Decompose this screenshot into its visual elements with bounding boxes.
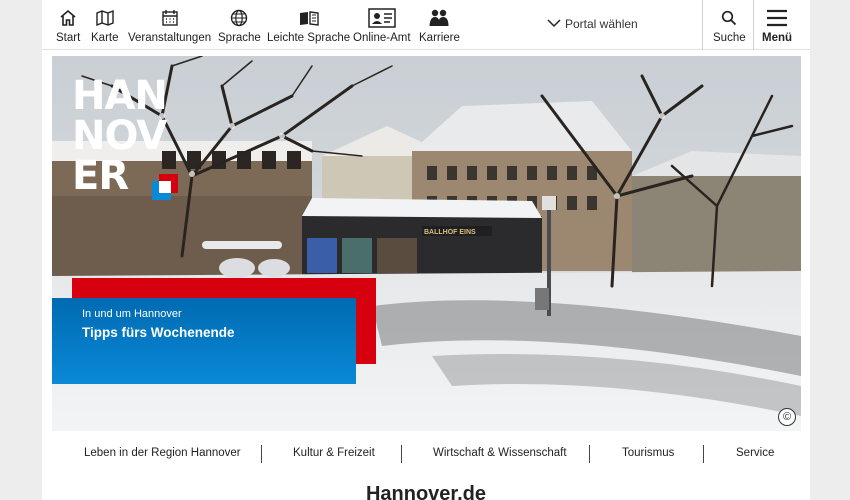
weekend-tips-teaser[interactable]: In und um Hannover Tipps fürs Wochenende — [52, 298, 356, 384]
subnav-divider — [703, 445, 704, 463]
subnav-leben[interactable]: Leben in der Region Hannover — [84, 447, 241, 459]
subnav-divider — [401, 445, 402, 463]
chevron-down-icon — [547, 17, 561, 31]
hannover-logo[interactable]: HAN NOV ER — [72, 73, 178, 200]
nav-online-amt[interactable]: Online-Amt — [353, 8, 411, 48]
nav-veranstaltungen-label: Veranstaltungen — [128, 32, 212, 44]
nav-divider — [753, 0, 754, 50]
teaser-kicker: In und um Hannover — [82, 308, 182, 320]
menu-button-label: Menü — [762, 32, 793, 44]
portal-select-label: Portal wählen — [565, 17, 638, 31]
copyright-button[interactable]: © — [778, 408, 796, 426]
portal-select[interactable]: Portal wählen — [547, 17, 638, 31]
book-icon — [298, 8, 320, 28]
nav-start[interactable]: Start — [56, 8, 80, 48]
globe-icon — [229, 8, 249, 28]
subnav-divider — [589, 445, 590, 463]
search-button[interactable]: Suche — [713, 8, 746, 48]
nav-leichte-sprache-label: Leichte Sprache — [267, 32, 351, 44]
nav-online-amt-label: Online-Amt — [353, 32, 411, 44]
nav-leichte-sprache[interactable]: Leichte Sprache — [267, 8, 350, 48]
nav-sprache-label: Sprache — [218, 32, 261, 44]
subnav-tourismus[interactable]: Tourismus — [622, 447, 674, 459]
calendar-icon — [160, 8, 180, 28]
section-navigation: Leben in der Region Hannover Kultur & Fr… — [42, 440, 810, 468]
search-button-label: Suche — [713, 32, 746, 44]
nav-start-label: Start — [56, 32, 81, 44]
logo-line: HAN — [72, 73, 168, 119]
id-card-icon — [368, 8, 396, 28]
subnav-service[interactable]: Service — [736, 447, 774, 459]
nav-karte[interactable]: Karte — [91, 8, 119, 48]
search-icon — [720, 8, 738, 28]
subnav-kultur[interactable]: Kultur & Freizeit — [293, 447, 375, 459]
teaser-title: Tipps fürs Wochenende — [82, 325, 235, 340]
page-title: Hannover.de — [365, 483, 487, 500]
logo-mark-icon — [152, 174, 178, 200]
people-icon — [428, 8, 450, 28]
subnav-wirtschaft[interactable]: Wirtschaft & Wissenschaft — [433, 447, 567, 459]
subnav-divider — [261, 445, 262, 463]
hamburger-menu-icon — [766, 8, 788, 28]
page: Start Karte Veranstaltungen Sprache Leic… — [42, 0, 810, 500]
nav-karriere-label: Karriere — [419, 32, 460, 44]
nav-divider — [702, 0, 703, 50]
nav-karriere[interactable]: Karriere — [419, 8, 460, 48]
ballhof-sign: BALLHOF EINS — [424, 229, 476, 236]
map-icon — [95, 8, 115, 28]
nav-veranstaltungen[interactable]: Veranstaltungen — [128, 8, 211, 48]
nav-sprache[interactable]: Sprache — [218, 8, 261, 48]
menu-button[interactable]: Menü — [762, 8, 792, 48]
nav-karte-label: Karte — [91, 32, 119, 44]
logo-line: NOV — [72, 113, 167, 159]
hero-banner: BALLHOF EINS HAN NOV ER In und um Hannov… — [52, 56, 801, 431]
home-icon — [58, 8, 78, 28]
top-navigation: Start Karte Veranstaltungen Sprache Leic… — [42, 0, 810, 50]
